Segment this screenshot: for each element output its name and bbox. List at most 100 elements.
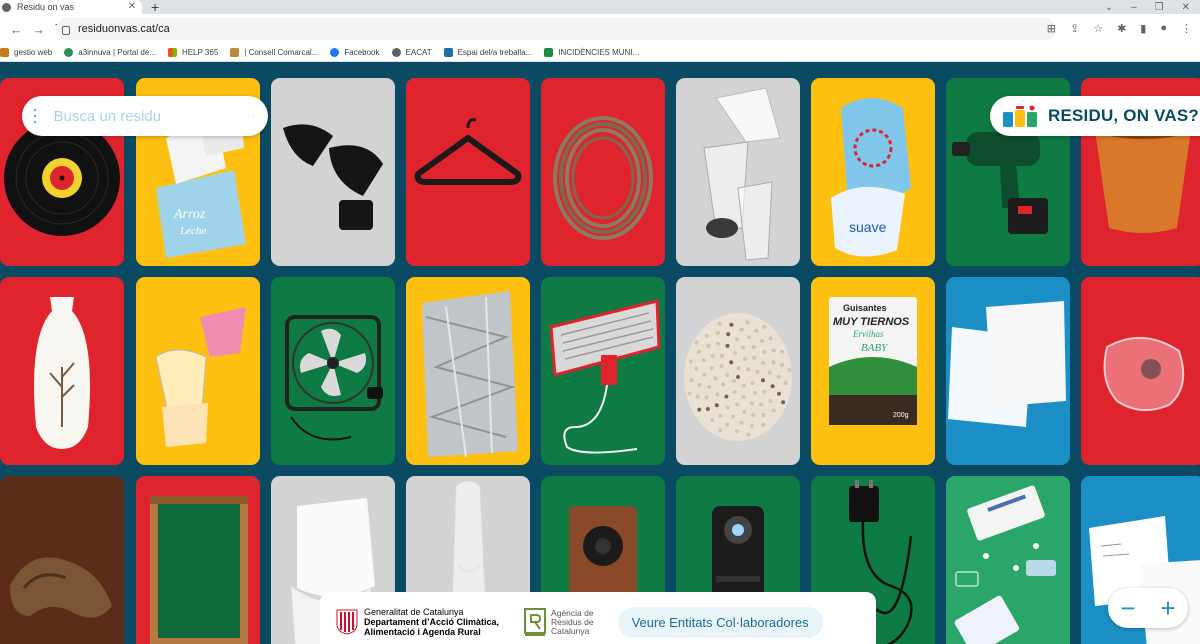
residue-card-fan[interactable] bbox=[271, 277, 395, 465]
broken-glass-icon bbox=[1103, 336, 1185, 412]
new-tab-button[interactable]: + bbox=[151, 0, 159, 15]
menu-icon[interactable] bbox=[34, 109, 36, 123]
bookmark-item[interactable]: a3innuva | Portal de... bbox=[64, 48, 156, 57]
residue-grid-page: Arroz Leche suave Guisantes MUY TIERNOS Ervil… bbox=[0, 62, 1200, 644]
hose-icon bbox=[553, 116, 653, 240]
bookmark-item[interactable]: HELP 365 bbox=[167, 48, 218, 57]
url-text: residuonvas.cat/ca bbox=[78, 23, 170, 35]
side-panel-icon[interactable]: ▮ bbox=[1140, 22, 1146, 35]
residue-card-broken-glass[interactable] bbox=[1081, 277, 1200, 465]
card-text: Guisantes bbox=[843, 303, 887, 313]
heater-icon bbox=[549, 299, 661, 454]
bookmark-favicon-icon bbox=[544, 48, 554, 57]
bookmark-item[interactable]: gestio web bbox=[0, 48, 52, 57]
residue-card-granules[interactable] bbox=[676, 277, 800, 465]
hanger-icon bbox=[414, 118, 522, 185]
browser-tab[interactable]: Residu on vas ✕ bbox=[0, 0, 142, 14]
brand-title: RESIDU, ON VAS? bbox=[1048, 106, 1199, 125]
zoom-out-button[interactable]: − bbox=[1113, 595, 1143, 621]
share-icon[interactable]: ⇪ bbox=[1070, 22, 1079, 35]
bookmark-item[interactable]: EACAT bbox=[391, 48, 432, 57]
brand-badge[interactable]: RESIDU, ON VAS? bbox=[990, 96, 1200, 136]
residue-card-heater[interactable] bbox=[541, 277, 665, 465]
search-bar bbox=[22, 96, 268, 136]
tab-search-icon[interactable]: ⌄ bbox=[1105, 2, 1113, 13]
residue-card-pea-bag[interactable]: Guisantes MUY TIERNOS Ervilhas BABY 200g bbox=[811, 277, 935, 465]
bookmark-favicon-icon bbox=[64, 48, 74, 57]
toolbar-icons: ⊞ ⇪ ☆ ✱ ▮ ● ⋮ bbox=[1047, 22, 1192, 35]
gencat-text: Generalitat de Catalunya Departament d’A… bbox=[364, 607, 499, 637]
frame-icon bbox=[150, 496, 248, 644]
granules-icon bbox=[684, 313, 792, 441]
arc-logo[interactable]: Agència de Residus de Catalunya bbox=[523, 607, 594, 637]
bookmark-star-icon[interactable]: ☆ bbox=[1093, 22, 1103, 35]
plastic-cups-icon bbox=[703, 87, 781, 261]
residue-card-sunglasses[interactable] bbox=[271, 78, 395, 266]
translate-icon[interactable]: ⊞ bbox=[1047, 22, 1056, 35]
sunglasses-icon bbox=[283, 124, 383, 230]
forward-icon[interactable]: → bbox=[32, 22, 45, 37]
card-text: BABY bbox=[861, 342, 889, 354]
gencat-line-1: Generalitat de Catalunya bbox=[364, 607, 464, 617]
residue-card-vase[interactable] bbox=[0, 277, 124, 465]
residue-card-hanger[interactable] bbox=[406, 78, 530, 266]
bookmark-item[interactable]: Facebook bbox=[330, 48, 380, 57]
pea-bag-icon: Guisantes MUY TIERNOSErvilhas BABY 200g bbox=[829, 297, 917, 425]
gencat-shield-icon bbox=[336, 609, 358, 635]
medicine-icon bbox=[954, 485, 1056, 644]
vase-icon bbox=[34, 297, 90, 449]
plastic-bags-icon: suave bbox=[831, 98, 911, 257]
residue-card-bread[interactable] bbox=[0, 476, 124, 644]
bookmark-item[interactable]: Espai del/a treballa... bbox=[443, 48, 532, 57]
residue-card-plastic-cups[interactable] bbox=[676, 78, 800, 266]
kebab-menu-icon[interactable]: ⋮ bbox=[1181, 22, 1192, 35]
residue-card-paper[interactable] bbox=[946, 277, 1070, 465]
residue-card-aluminium-foil[interactable] bbox=[406, 277, 530, 465]
card-text: Arroz bbox=[173, 207, 206, 222]
bookmark-favicon-icon bbox=[0, 48, 9, 57]
paper-icon bbox=[948, 301, 1066, 427]
address-bar: ← → ↻ residuonvas.cat/ca ⊞ ⇪ ☆ ✱ ▮ ● ⋮ bbox=[0, 14, 1200, 44]
residue-card-plastic-bags[interactable]: suave bbox=[811, 78, 935, 266]
bookmark-item[interactable]: | Consell Comarcal... bbox=[230, 48, 318, 57]
tab-title: Residu on vas bbox=[17, 2, 75, 12]
tab-close-icon[interactable]: ✕ bbox=[128, 1, 136, 12]
extensions-icon[interactable]: ✱ bbox=[1117, 22, 1126, 35]
bookmark-item[interactable]: INCIDÈNCIES MUNI... bbox=[544, 48, 639, 57]
back-icon[interactable]: ← bbox=[10, 22, 23, 37]
arc-text: Agència de Residus de Catalunya bbox=[551, 608, 594, 636]
window-controls: ⌄ – ❐ ✕ bbox=[1105, 0, 1200, 14]
gencat-logo[interactable]: Generalitat de Catalunya Departament d’A… bbox=[336, 607, 499, 637]
restore-icon[interactable]: ❐ bbox=[1155, 2, 1164, 13]
bookmark-favicon-icon bbox=[230, 48, 240, 57]
card-text: suave bbox=[849, 219, 887, 235]
card-text: Leche bbox=[179, 225, 206, 237]
url-field[interactable]: residuonvas.cat/ca bbox=[56, 18, 1056, 40]
footer-bar: Generalitat de Catalunya Departament d’A… bbox=[320, 592, 876, 644]
close-window-icon[interactable]: ✕ bbox=[1182, 2, 1190, 13]
microsoft-icon bbox=[167, 48, 177, 57]
zoom-controls: − + bbox=[1108, 588, 1188, 628]
partners-button[interactable]: Veure Entitats Col·laboradores bbox=[617, 606, 823, 638]
facebook-icon bbox=[330, 48, 340, 57]
residue-card-medicine[interactable] bbox=[946, 476, 1070, 644]
search-icon[interactable] bbox=[252, 107, 255, 125]
search-input[interactable] bbox=[53, 107, 253, 125]
aluminium-foil-icon bbox=[422, 291, 518, 458]
profile-icon[interactable]: ● bbox=[1160, 22, 1167, 35]
zoom-in-button[interactable]: + bbox=[1153, 595, 1183, 621]
lock-icon[interactable] bbox=[62, 25, 70, 35]
fan-icon bbox=[285, 315, 383, 441]
residue-card-frame[interactable] bbox=[136, 476, 260, 644]
minimize-icon[interactable]: – bbox=[1131, 2, 1137, 13]
arc-line-3: Catalunya bbox=[551, 625, 590, 636]
arc-emblem-icon bbox=[524, 608, 547, 636]
card-text: Ervilhas bbox=[852, 329, 884, 339]
globe-icon bbox=[391, 48, 401, 57]
bread-icon bbox=[10, 557, 112, 618]
card-text: 200g bbox=[893, 412, 909, 419]
residue-card-hose[interactable] bbox=[541, 78, 665, 266]
residue-card-yogurt-cups[interactable] bbox=[136, 277, 260, 465]
gencat-line-2: Departament d’Acció Climàtica, bbox=[364, 617, 500, 627]
site-favicon-icon bbox=[2, 2, 11, 12]
